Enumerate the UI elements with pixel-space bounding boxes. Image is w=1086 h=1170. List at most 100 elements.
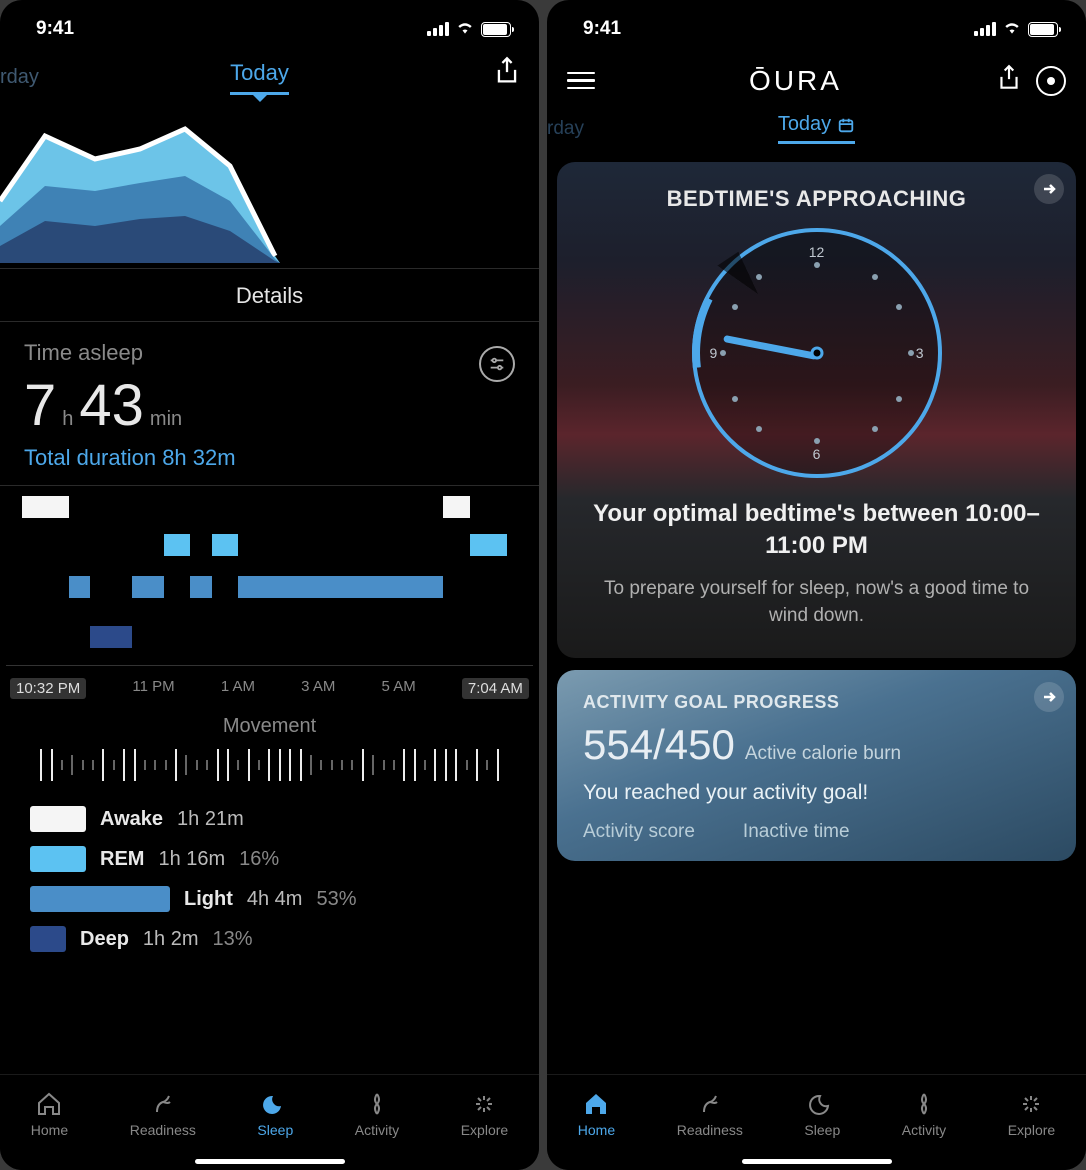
hypno-segment (212, 534, 238, 556)
clock-12: 12 (809, 244, 825, 260)
ring-device-icon[interactable] (1036, 66, 1066, 96)
nav-explore[interactable]: Explore (1008, 1090, 1055, 1138)
hypno-segment (90, 626, 132, 648)
sleep-end-time: 7:04 AM (462, 678, 529, 699)
nav-label: Activity (355, 1122, 399, 1138)
status-icons (974, 19, 1058, 40)
legend-color-bar (30, 846, 86, 872)
filter-icon[interactable] (479, 346, 515, 382)
activity-message: You reached your activity goal! (583, 781, 1050, 805)
nav-sleep[interactable]: Sleep (257, 1090, 293, 1138)
hamburger-icon[interactable] (567, 72, 595, 90)
minutes-unit: min (150, 408, 182, 431)
sleep-icon (261, 1090, 289, 1118)
nav-activity[interactable]: Activity (902, 1090, 946, 1138)
legend-color-bar (30, 926, 66, 952)
nav-home[interactable]: Home (31, 1090, 68, 1138)
battery-icon (481, 22, 511, 37)
bedtime-clock: 12 3 6 9 (692, 228, 942, 478)
time-tick: 3 AM (301, 678, 335, 699)
total-duration[interactable]: Total duration 8h 32m (24, 445, 515, 471)
hypno-segment (22, 496, 69, 518)
sleep-stage-legend: Awake 1h 21m REM 1h 16m 16% Light 4h 4m … (0, 786, 539, 974)
activity-goal-card[interactable]: ACTIVITY GOAL PROGRESS 554/450 Active ca… (557, 670, 1076, 861)
legend-duration: 1h 2m (143, 928, 199, 951)
sleep-hours: 7 (24, 372, 56, 439)
time-asleep-section: Time asleep 7 h 43 min Total duration 8h… (0, 322, 539, 485)
legend-row: Deep 1h 2m 13% (30, 926, 509, 952)
bottom-nav: Home Readiness Sleep Activity Explore (547, 1074, 1086, 1170)
movement-chart[interactable] (0, 744, 539, 786)
status-bar: 9:41 (0, 0, 539, 50)
clock-9: 9 (710, 345, 718, 361)
activity-value-label: Active calorie burn (745, 743, 901, 765)
explore-icon (1017, 1090, 1045, 1118)
hours-unit: h (62, 408, 73, 431)
date-tab-current[interactable]: Today (778, 113, 855, 144)
nav-readiness[interactable]: Readiness (677, 1090, 743, 1138)
movement-label: Movement (0, 705, 539, 744)
share-icon[interactable] (996, 64, 1022, 97)
date-tab-current[interactable]: Today (230, 60, 289, 95)
legend-name: Awake (100, 808, 163, 831)
clock-3: 3 (916, 345, 924, 361)
bedtime-subtitle: To prepare yourself for sleep, now's a g… (587, 575, 1046, 630)
nav-readiness[interactable]: Readiness (130, 1090, 196, 1138)
hypno-segment (190, 576, 211, 598)
nav-label: Home (578, 1122, 615, 1138)
nav-label: Activity (902, 1122, 946, 1138)
readiness-icon (149, 1090, 177, 1118)
nav-home[interactable]: Home (578, 1090, 615, 1138)
date-tab-prev[interactable]: rday (0, 66, 39, 89)
sleep-hypnogram[interactable]: 10:32 PM 11 PM 1 AM 3 AM 5 AM 7:04 AM (0, 485, 539, 705)
nav-label: Home (31, 1122, 68, 1138)
share-icon[interactable] (493, 56, 521, 91)
legend-name: REM (100, 848, 144, 871)
activity-icon (910, 1090, 938, 1118)
nav-label: Readiness (677, 1122, 743, 1138)
nav-label: Readiness (130, 1122, 196, 1138)
chevron-right-icon[interactable] (1034, 174, 1064, 204)
date-tabs[interactable]: rday Today (547, 109, 1086, 154)
nav-activity[interactable]: Activity (355, 1090, 399, 1138)
calendar-icon (837, 116, 855, 134)
date-tab-prev[interactable]: rday (547, 118, 584, 140)
inactive-time-label: Inactive time (743, 821, 850, 843)
legend-color-bar (30, 806, 86, 832)
chevron-right-icon[interactable] (1034, 682, 1064, 712)
time-asleep-value: 7 h 43 min (24, 372, 515, 439)
status-time: 9:41 (583, 18, 621, 40)
time-axis: 10:32 PM 11 PM 1 AM 3 AM 5 AM 7:04 AM (6, 672, 533, 705)
sleep-icon (808, 1090, 836, 1118)
legend-duration: 4h 4m (247, 888, 303, 911)
nav-explore[interactable]: Explore (461, 1090, 508, 1138)
bedtime-card[interactable]: BEDTIME'S APPROACHING 12 3 6 9 (557, 162, 1076, 658)
status-icons (427, 19, 511, 40)
app-header: ŌURA (547, 50, 1086, 109)
explore-icon (470, 1090, 498, 1118)
home-indicator[interactable] (195, 1159, 345, 1164)
legend-percent: 53% (316, 888, 356, 911)
home-icon (582, 1090, 610, 1118)
legend-duration: 1h 16m (158, 848, 225, 871)
hypno-segment (470, 534, 507, 556)
bottom-nav: Home Readiness Sleep Activity Explore (0, 1074, 539, 1170)
time-tick: 5 AM (382, 678, 416, 699)
details-header: Details (0, 268, 539, 322)
legend-row: REM 1h 16m 16% (30, 846, 509, 872)
sleep-score-area-chart[interactable] (0, 101, 280, 263)
brand-logo: ŌURA (749, 65, 842, 97)
cellular-icon (427, 22, 449, 36)
nav-sleep[interactable]: Sleep (804, 1090, 840, 1138)
sleep-minutes: 43 (79, 372, 144, 439)
nav-label: Explore (1008, 1122, 1055, 1138)
status-bar: 9:41 (547, 0, 1086, 50)
activity-icon (363, 1090, 391, 1118)
sleep-start-time: 10:32 PM (10, 678, 86, 699)
hypno-segment (238, 576, 280, 598)
home-indicator[interactable] (742, 1159, 892, 1164)
date-tabs[interactable]: rday Today (0, 50, 539, 101)
home-screen: 9:41 ŌURA rday Today BEDTIME'S APPROACHI… (547, 0, 1086, 1170)
hypno-segment (164, 534, 190, 556)
sleep-detail-screen: 9:41 rday Today Details Time asleep 7 h … (0, 0, 539, 1170)
